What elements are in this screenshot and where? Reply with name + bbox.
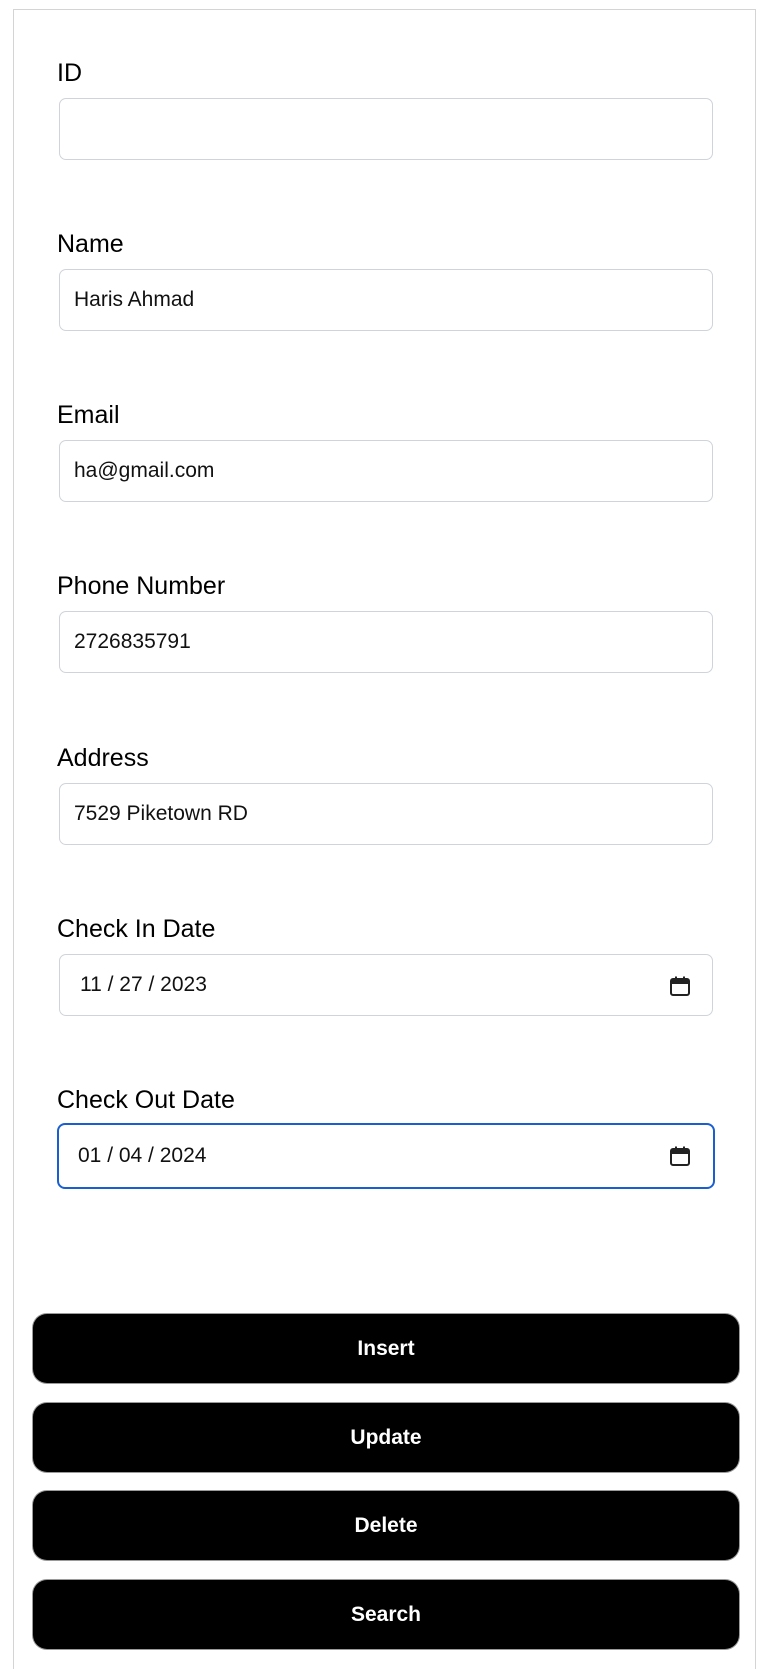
id-input[interactable] (59, 98, 713, 160)
id-label: ID (57, 59, 82, 87)
update-button[interactable]: Update (33, 1403, 739, 1472)
calendar-icon[interactable] (668, 974, 692, 998)
phone-input-value: 2726835791 (74, 630, 191, 653)
check-in-date-input[interactable]: 11 / 27 / 2023 (59, 954, 713, 1016)
insert-button[interactable]: Insert (33, 1314, 739, 1383)
name-input-value: Haris Ahmad (74, 288, 195, 311)
search-button[interactable]: Search (33, 1580, 739, 1649)
email-input-value: ha@gmail.com (74, 459, 215, 482)
check-out-date-value: 01 / 04 / 2024 (78, 1144, 207, 1167)
phone-input[interactable]: 2726835791 (59, 611, 713, 673)
check-out-label: Check Out Date (57, 1086, 235, 1114)
delete-button[interactable]: Delete (33, 1491, 739, 1560)
email-label: Email (57, 401, 120, 429)
address-label: Address (57, 744, 149, 772)
check-in-label: Check In Date (57, 915, 216, 943)
check-in-date-value: 11 / 27 / 2023 (80, 973, 207, 996)
phone-label: Phone Number (57, 572, 226, 600)
email-input[interactable]: ha@gmail.com (59, 440, 713, 502)
name-input[interactable]: Haris Ahmad (59, 269, 713, 331)
address-input-value: 7529 Piketown RD (74, 802, 248, 825)
name-label: Name (57, 230, 124, 258)
calendar-icon[interactable] (668, 1144, 692, 1168)
check-out-date-input[interactable]: 01 / 04 / 2024 (57, 1123, 715, 1189)
address-input[interactable]: 7529 Piketown RD (59, 783, 713, 845)
